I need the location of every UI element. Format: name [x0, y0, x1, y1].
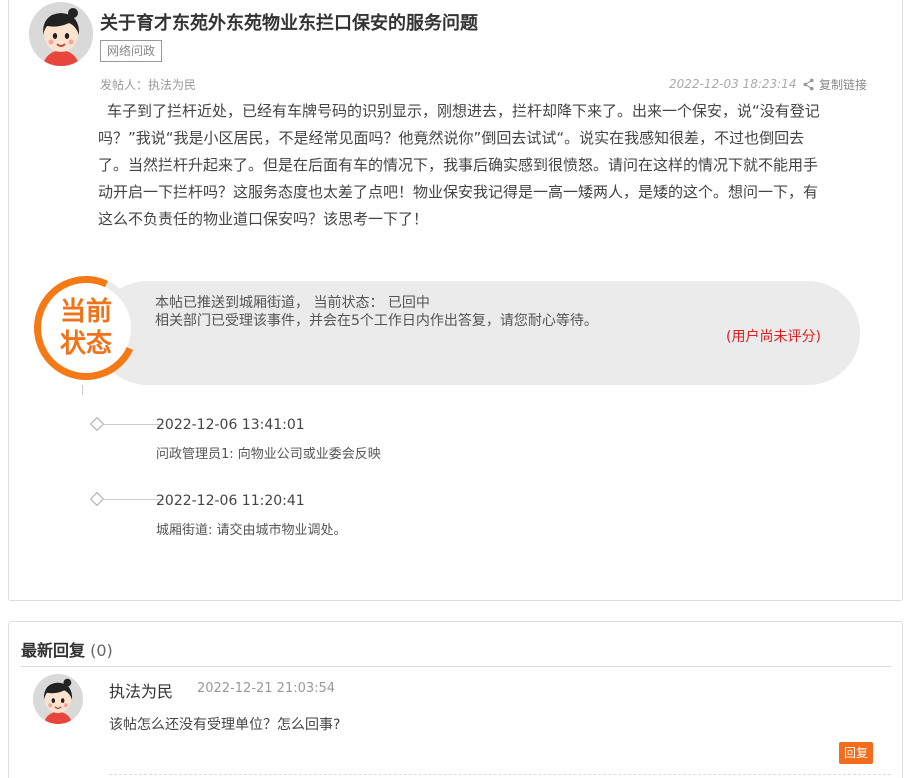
timeline-connector: [82, 385, 83, 395]
status-badge-line2: 状态: [59, 329, 112, 359]
share-icon: [802, 78, 815, 91]
replies-section: 最新回复 (0) 执法为民 2022-12-21 21:03:54 该帖怎么还没…: [8, 621, 903, 778]
timeline-desc: 城厢街道: 请交由城市物业调处。: [156, 523, 347, 538]
copy-link-button[interactable]: 复制链接: [802, 76, 867, 93]
timeline-line: [102, 424, 164, 425]
timeline-time: 2022-12-06 11:20:41: [156, 493, 305, 509]
replies-title: 最新回复: [21, 641, 86, 660]
rating-note: (用户尚未评分): [726, 329, 821, 345]
reply-author: 执法为民: [109, 682, 174, 701]
status-push-text: 本帖已推送到城厢街道， 当前状态： 已回中: [155, 295, 430, 311]
copy-link-label: 复制链接: [819, 78, 868, 92]
status-accept-text: 相关部门已受理该事件，并会在5个工作日内作出答复，请您耐心等待。: [155, 313, 598, 329]
replies-header: 最新回复 (0): [21, 637, 113, 661]
replies-divider: [21, 666, 891, 667]
category-tag[interactable]: 网络问政: [100, 40, 163, 62]
reply-timestamp: 2022-12-21 21:03:54: [197, 681, 336, 696]
timeline-time: 2022-12-06 13:41:01: [156, 417, 305, 433]
post-timestamp: 2022-12-03 18:23:14: [669, 77, 797, 91]
post-title: 关于育才东苑外东苑物业东拦口保安的服务问题: [100, 13, 478, 34]
reply-avatar[interactable]: [33, 674, 83, 724]
poster-avatar[interactable]: [29, 2, 93, 66]
timeline-desc: 问政管理员1: 向物业公司或业委会反映: [156, 447, 381, 462]
poster-name: 发帖人：执法为民: [100, 78, 197, 92]
replies-count: (0): [90, 641, 113, 660]
reply-button[interactable]: 回复: [839, 742, 873, 764]
timeline-line: [102, 499, 164, 500]
avatar-girl-icon: [29, 2, 93, 66]
status-badge: 当前 状态: [34, 276, 138, 380]
avatar-girl-icon: [33, 674, 83, 724]
reply-text: 该帖怎么还没有受理单位？怎么回事?: [109, 717, 341, 733]
reply-separator: [109, 774, 891, 775]
status-badge-line1: 当前: [59, 297, 112, 327]
post-body: 车子到了拦杆近处，已经有车牌号码的识别显示，刚想进去，拦杆却降下来了。出来一个保…: [98, 102, 820, 228]
